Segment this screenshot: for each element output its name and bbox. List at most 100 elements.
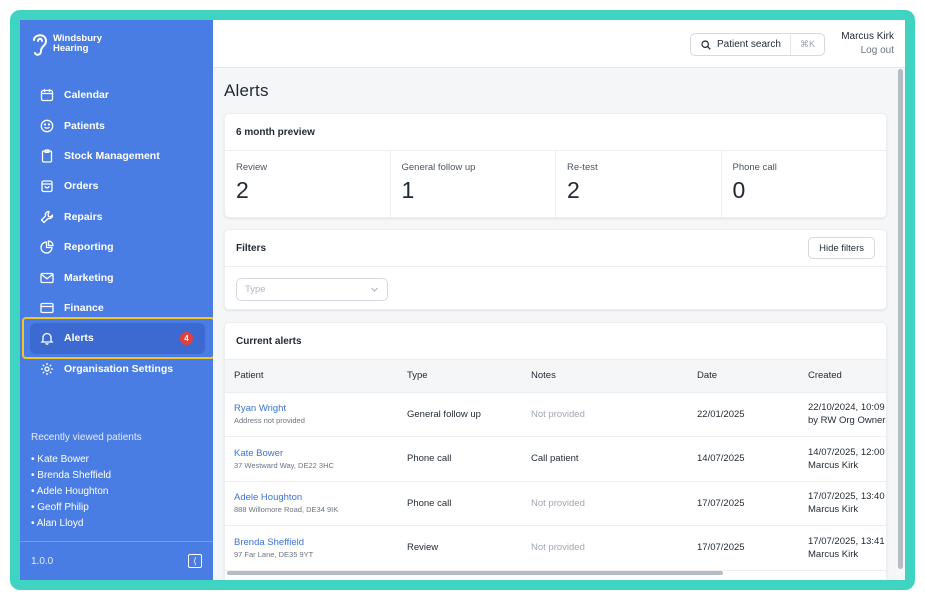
patient-name-link[interactable]: Adele Houghton — [234, 492, 398, 503]
date-cell: 17/07/2025 — [688, 525, 799, 571]
preview-title: 6 month preview — [225, 114, 886, 151]
nav-item-calendar[interactable]: Calendar — [30, 80, 205, 110]
created-datetime: 22/10/2024, 10:09 — [808, 402, 885, 414]
recent-patient-item[interactable]: • Brenda Sheffield — [31, 468, 111, 484]
wrench-icon — [40, 210, 54, 224]
credit-card-icon — [40, 301, 54, 315]
table-row[interactable]: Brenda Sheffield 97 Far Lane, DE35 9YT Re… — [225, 525, 886, 571]
recent-patient-item[interactable]: • Kate Bower — [31, 452, 111, 468]
stat-label: General follow up — [401, 162, 476, 173]
created-by: by RW Org Owner — [808, 415, 886, 427]
type-cell: Phone call — [398, 481, 522, 526]
stat-value: 1 — [401, 177, 415, 203]
main-nav: Calendar Patients Stock Management Order… — [22, 80, 215, 384]
column-header-type[interactable]: Type — [398, 360, 522, 393]
column-header-date[interactable]: Date — [688, 360, 799, 393]
nav-label-patients: Patients — [64, 119, 105, 132]
user-menu: Marcus Kirk Log out — [841, 31, 894, 56]
patient-cell: Brenda Sheffield 97 Far Lane, DE35 9YT — [225, 525, 398, 571]
patient-search-label: Patient search — [717, 39, 781, 50]
created-by: Marcus Kirk — [808, 459, 859, 471]
table-row[interactable]: Ryan Wright Address not provided General … — [225, 392, 886, 437]
nav-item-stock-management[interactable]: Stock Management — [30, 141, 205, 171]
patient-address: 97 Far Lane, DE35 9YT — [234, 549, 314, 559]
column-header-patient[interactable]: Patient — [225, 360, 398, 393]
alerts-table: Patient Type Notes Date Created Ryan Wri… — [225, 360, 886, 571]
stat-general-follow-up: General follow up 1 — [391, 151, 556, 217]
table-row[interactable]: Adele Houghton 888 Willomore Road, DE34 9… — [225, 481, 886, 526]
app-version: 1.0.0 — [31, 555, 54, 567]
created-by: Marcus Kirk — [808, 548, 859, 560]
filters-card: Filters Hide filters Type — [224, 229, 887, 310]
nav-item-orders[interactable]: Orders — [30, 171, 205, 201]
column-header-created[interactable]: Created — [799, 360, 886, 393]
gear-icon — [40, 362, 54, 376]
nav-label-repairs: Repairs — [64, 210, 103, 223]
patient-address: 888 Willomore Road, DE34 9IK — [234, 505, 339, 515]
ear-logo-icon — [33, 34, 48, 56]
user-name: Marcus Kirk — [841, 31, 894, 42]
created-cell: 17/07/2025, 13:41 Marcus Kirk — [799, 525, 886, 571]
top-bar: Patient search ⌘K Marcus Kirk Log out — [213, 20, 905, 68]
brand-logo[interactable]: Windsbury Hearing — [30, 30, 102, 58]
created-cell: 22/10/2024, 10:09 by RW Org Owner — [799, 392, 886, 437]
nav-item-patients[interactable]: Patients — [30, 110, 205, 140]
stat-value: 2 — [236, 177, 249, 203]
created-datetime: 14/07/2025, 12:00 — [808, 446, 885, 458]
table-header-row: Patient Type Notes Date Created — [225, 360, 886, 393]
current-alerts-card: Current alerts Patient Type Notes Date C… — [224, 322, 887, 580]
patient-cell: Ryan Wright Address not provided — [225, 392, 398, 437]
created-cell: 17/07/2025, 13:40 Marcus Kirk — [799, 481, 886, 526]
created-datetime: 17/07/2025, 13:41 — [808, 535, 885, 547]
recent-patient-item[interactable]: • Geoff Philip — [31, 500, 111, 516]
shopping-bag-icon — [40, 179, 54, 193]
date-cell: 22/01/2025 — [688, 392, 799, 437]
alerts-count-badge: 4 — [180, 331, 193, 345]
filters-title: Filters — [236, 242, 267, 254]
nav-label-stock-management: Stock Management — [64, 149, 160, 162]
created-by: Marcus Kirk — [808, 504, 859, 516]
pie-chart-icon — [40, 240, 54, 254]
app-window: Windsbury Hearing Calendar Patients Stoc… — [20, 20, 905, 580]
patient-name-link[interactable]: Ryan Wright — [234, 403, 398, 414]
created-datetime: 17/07/2025, 13:40 — [808, 491, 885, 503]
nav-item-reporting[interactable]: Reporting — [30, 232, 205, 262]
vertical-scrollbar[interactable] — [898, 69, 903, 569]
mail-icon — [40, 271, 54, 285]
hide-filters-button[interactable]: Hide filters — [808, 237, 875, 259]
nav-label-marketing: Marketing — [64, 271, 114, 284]
search-shortcut: ⌘K — [789, 34, 824, 55]
nav-item-alerts[interactable]: Alerts 4 — [22, 317, 215, 360]
nav-item-marketing[interactable]: Marketing — [30, 262, 205, 292]
search-icon — [701, 39, 711, 50]
column-header-notes[interactable]: Notes — [522, 360, 688, 393]
recent-patient-item[interactable]: • Alan Lloyd — [31, 516, 111, 532]
current-alerts-title: Current alerts — [225, 323, 886, 360]
brand-line-2: Hearing — [53, 43, 89, 54]
logout-link[interactable]: Log out — [841, 45, 894, 56]
nav-label-reporting: Reporting — [64, 241, 114, 254]
stat-label: Re-test — [567, 162, 598, 173]
nav-label-organisation-settings: Organisation Settings — [64, 362, 174, 375]
created-cell: 14/07/2025, 12:00 Marcus Kirk — [799, 436, 886, 482]
nav-label-orders: Orders — [64, 180, 99, 193]
type-cell: Review — [398, 525, 522, 571]
calendar-icon — [40, 88, 54, 102]
filters-header: Filters Hide filters — [225, 230, 886, 267]
recent-patients-title: Recently viewed patients — [31, 432, 142, 443]
patient-name-link[interactable]: Brenda Sheffield — [234, 537, 398, 548]
recent-patient-item[interactable]: • Adele Houghton — [31, 484, 111, 500]
horizontal-scrollbar[interactable] — [227, 571, 723, 575]
sidebar: Windsbury Hearing Calendar Patients Stoc… — [20, 20, 215, 580]
six-month-preview-card: 6 month preview Review 2 General follow … — [224, 113, 887, 218]
patient-search-button[interactable]: Patient search ⌘K — [690, 33, 825, 56]
collapse-sidebar-icon[interactable]: ⟨ — [188, 554, 202, 568]
patient-name-link[interactable]: Kate Bower — [234, 448, 398, 459]
table-row[interactable]: Kate Bower 37 Westward Way, DE22 3HC Phon… — [225, 436, 886, 482]
nav-item-repairs[interactable]: Repairs — [30, 202, 205, 232]
type-filter-select[interactable]: Type — [236, 278, 388, 301]
clipboard-icon — [40, 149, 54, 163]
brand-name: Windsbury Hearing — [53, 34, 102, 54]
date-cell: 14/07/2025 — [688, 436, 799, 482]
stat-re-test: Re-test 2 — [556, 151, 722, 217]
